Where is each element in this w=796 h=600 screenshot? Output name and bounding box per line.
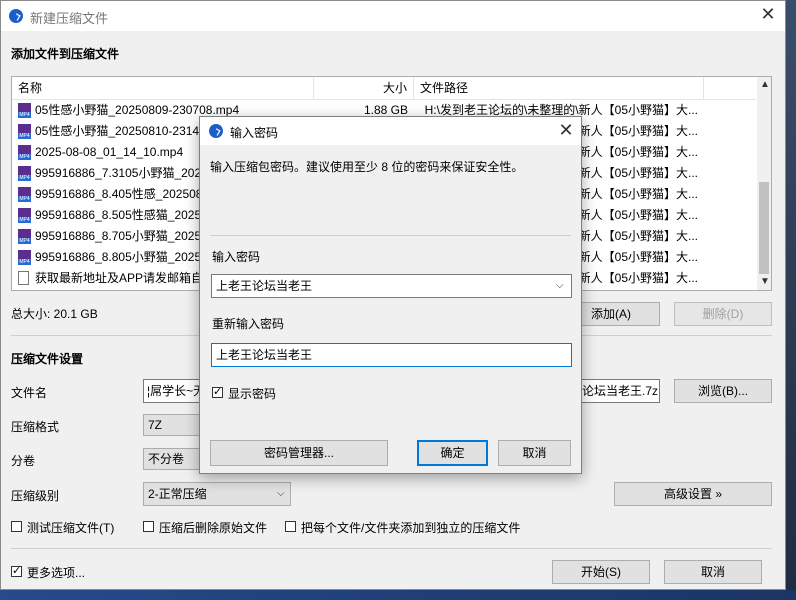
video-file-icon xyxy=(18,187,31,202)
password-dialog: 输入密码 ✕ 输入压缩包密码。建议使用至少 8 位的密码来保证安全性。 输入密码… xyxy=(199,116,582,474)
format-value: 7Z xyxy=(148,418,163,432)
video-file-icon xyxy=(18,229,31,244)
level-value: 2-正常压缩 xyxy=(148,487,207,501)
dialog-divider xyxy=(210,235,571,236)
dropdown-chevron-icon[interactable]: ⌵ xyxy=(556,275,564,297)
dialog-title: 输入密码 xyxy=(230,126,279,140)
section-settings-title: 压缩文件设置 xyxy=(11,352,84,366)
dialog-title-bar: 输入密码 ✕ xyxy=(200,117,581,145)
advanced-settings-button[interactable]: 高级设置 » xyxy=(614,482,772,506)
delete-after-checkbox[interactable] xyxy=(143,521,154,532)
title-bar: 新建压缩文件 ✕ xyxy=(1,1,785,31)
video-file-icon xyxy=(18,145,31,160)
format-label: 压缩格式 xyxy=(11,420,60,434)
level-select[interactable]: 2-正常压缩 ⌵ xyxy=(143,482,291,506)
total-size: 总大小: 20.1 GB xyxy=(11,307,98,321)
repassword-input[interactable]: 上老王论坛当老王 xyxy=(211,343,572,367)
ok-button[interactable]: 确定 xyxy=(417,440,488,466)
dialog-cancel-button[interactable]: 取消 xyxy=(498,440,571,466)
check-icon: ✓ xyxy=(213,386,223,398)
app-icon xyxy=(9,9,23,23)
repassword-value: 上老王论坛当老王 xyxy=(216,348,313,362)
show-password-label: 显示密码 xyxy=(228,387,277,401)
show-password-checkbox[interactable]: ✓ xyxy=(212,386,223,398)
close-icon[interactable]: ✕ xyxy=(753,4,783,25)
start-button[interactable]: 开始(S) xyxy=(552,560,650,584)
list-scrollbar[interactable]: ▲ ▼ xyxy=(757,77,771,290)
delete-button[interactable]: 删除(D) xyxy=(674,302,772,326)
split-label: 分卷 xyxy=(11,454,36,468)
browse-button[interactable]: 浏览(B)... xyxy=(674,379,772,403)
separate-archives-label: 把每个文件/文件夹添加到独立的压缩文件 xyxy=(301,521,521,535)
scroll-down-icon[interactable]: ▼ xyxy=(760,276,770,287)
taskbar-strip xyxy=(0,590,796,600)
video-file-icon xyxy=(18,103,31,118)
password-label: 输入密码 xyxy=(212,250,261,264)
section-add-title: 添加文件到压缩文件 xyxy=(11,47,120,61)
video-file-icon xyxy=(18,124,31,139)
repassword-label: 重新输入密码 xyxy=(212,317,285,331)
file-list-header: 名称 大小 文件路径 xyxy=(12,77,756,100)
test-archive-checkbox[interactable] xyxy=(11,521,22,532)
check-icon: ✓ xyxy=(12,565,22,577)
filename-label: 文件名 xyxy=(11,386,48,400)
delete-after-label: 压缩后删除原始文件 xyxy=(159,521,268,535)
column-size[interactable]: 大小 xyxy=(314,77,414,99)
divider-bottom xyxy=(11,548,772,549)
password-manager-button[interactable]: 密码管理器... xyxy=(210,440,388,466)
dialog-description: 输入压缩包密码。建议使用至少 8 位的密码来保证安全性。 xyxy=(210,160,524,174)
column-name[interactable]: 名称 xyxy=(12,77,314,99)
window-title: 新建压缩文件 xyxy=(30,11,109,26)
more-options-label: 更多选项... xyxy=(27,566,86,580)
desktop-background xyxy=(786,0,796,600)
level-label: 压缩级别 xyxy=(11,489,60,503)
more-options-checkbox[interactable]: ✓ xyxy=(11,565,22,577)
chevron-down-icon: ⌵ xyxy=(277,488,285,499)
filename-value-left: ¦屌学长~无 xyxy=(147,384,206,398)
video-file-icon xyxy=(18,208,31,223)
test-archive-label: 测试压缩文件(T) xyxy=(27,521,115,535)
password-value: 上老王论坛当老王 xyxy=(216,279,313,293)
scroll-thumb[interactable] xyxy=(759,182,769,274)
text-file-icon xyxy=(18,271,29,285)
separate-archives-checkbox[interactable] xyxy=(285,521,296,532)
dialog-app-icon xyxy=(209,124,223,138)
password-input[interactable]: 上老王论坛当老王 ⌵ xyxy=(211,274,572,298)
video-file-icon xyxy=(18,166,31,181)
scroll-up-icon[interactable]: ▲ xyxy=(760,79,770,90)
cancel-button[interactable]: 取消 xyxy=(664,560,762,584)
filename-value-right: 论坛当老王.7z xyxy=(582,384,659,398)
dialog-close-icon[interactable]: ✕ xyxy=(552,120,580,141)
column-path[interactable]: 文件路径 xyxy=(414,77,704,99)
video-file-icon xyxy=(18,250,31,265)
split-value: 不分卷 xyxy=(148,452,185,466)
